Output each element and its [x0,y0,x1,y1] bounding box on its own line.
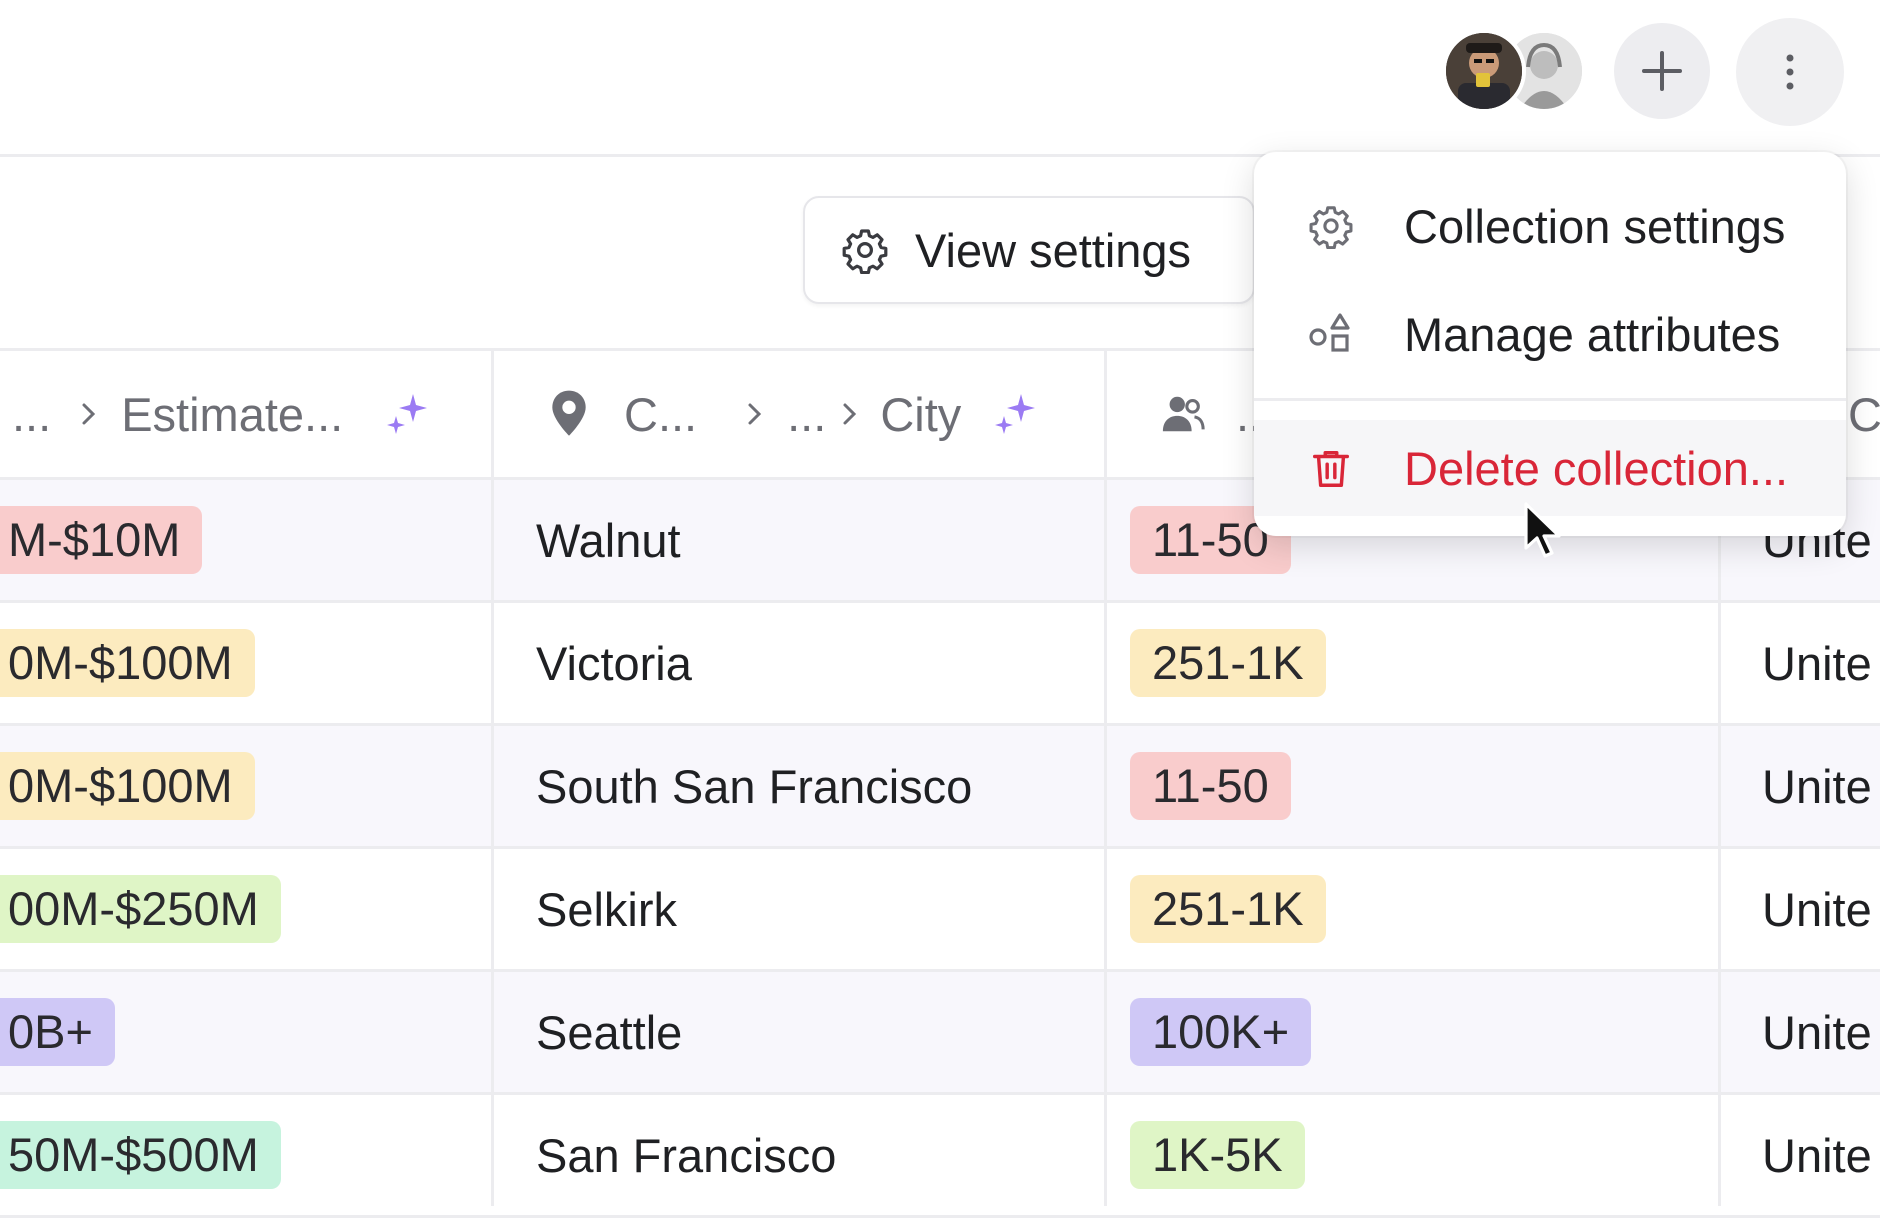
menu-item-label: Manage attributes [1404,307,1781,361]
column-header-city[interactable]: C... ... City [548,351,1039,477]
table-row[interactable]: 0M-$100M South San Francisco 11-50 Unite [0,726,1880,849]
menu-item-label: Collection settings [1404,199,1786,253]
gear-icon [1306,201,1356,251]
menu-divider [1254,398,1846,401]
column-header-label: Estimate... [121,387,344,441]
ai-sparkle-icon [387,394,428,434]
table-row[interactable]: 50M-$500M San Francisco 1K-5K Unite [0,1095,1880,1218]
country-cell: Unite [1762,636,1872,690]
table-row[interactable]: 00M-$250M Selkirk 251-1K Unite [0,849,1880,972]
add-button[interactable] [1614,23,1710,119]
revenue-cell: 50M-$500M [0,1095,281,1215]
column-divider[interactable] [491,348,494,1206]
column-header-label: City [880,387,962,441]
breadcrumb-ellipsis: ... [787,387,827,441]
city-cell: Seattle [536,1005,683,1059]
revenue-tag: 00M-$250M [0,875,281,943]
city-cell: Selkirk [536,882,678,936]
avatar[interactable] [1442,29,1526,113]
revenue-cell: 0B+ [0,972,115,1092]
shapes-icon [1306,309,1356,359]
gear-icon [842,229,888,274]
breadcrumb-ellipsis: ... [12,387,52,441]
location-pin-icon [552,390,586,436]
column-header-employee-range[interactable]: .. [1160,351,1262,477]
employee-range-tag: 251-1K [1130,629,1326,697]
vertical-dots-icon [1786,54,1794,90]
employee-cell: 251-1K [1130,849,1326,969]
trash-icon [1306,443,1356,493]
menu-item-label: Delete collection... [1404,441,1789,495]
revenue-tag: 0M-$100M [0,629,255,697]
more-options-button[interactable] [1736,18,1844,126]
country-cell: Unite [1762,1128,1872,1182]
revenue-cell: 0M-$100M [0,603,255,723]
country-cell: Unite [1762,1005,1872,1059]
column-header-country[interactable]: C [1848,351,1880,477]
people-icon [1162,396,1205,432]
column-header-label: C [1848,387,1880,441]
employee-range-tag: 11-50 [1130,752,1291,820]
column-header-path-label: C... [624,387,698,441]
chevron-right-icon [843,403,857,425]
revenue-cell: M-$10M [0,480,203,600]
employee-cell: 100K+ [1130,972,1312,1092]
employee-cell: 11-50 [1130,726,1291,846]
revenue-tag: M-$10M [0,506,203,574]
column-divider[interactable] [1104,348,1107,1206]
revenue-cell: 00M-$250M [0,849,281,969]
menu-item-collection-settings[interactable]: Collection settings [1254,178,1846,274]
mouse-cursor-icon [1524,502,1561,558]
employee-range-tag: 100K+ [1130,998,1312,1066]
view-settings-label: View settings [915,223,1192,277]
city-cell: San Francisco [536,1128,837,1182]
column-header-estimated-revenue[interactable]: ... Estimate... [12,351,431,477]
revenue-tag: 50M-$500M [0,1121,281,1189]
city-cell: Victoria [536,636,692,690]
menu-item-manage-attributes[interactable]: Manage attributes [1254,286,1846,382]
chevron-right-icon [82,403,96,425]
view-settings-button[interactable]: View settings [803,196,1255,304]
country-cell: Unite [1762,882,1872,936]
collection-options-menu: Collection settings Manage attributes De… [1254,152,1846,536]
employee-range-tag: 1K-5K [1130,1121,1305,1189]
chevron-right-icon [748,403,762,425]
table-row[interactable]: 0M-$100M Victoria 251-1K Unite [0,603,1880,726]
plus-icon [1642,51,1682,91]
employee-cell: 1K-5K [1130,1095,1305,1215]
top-bar [0,0,1880,157]
revenue-tag: 0B+ [0,998,115,1066]
ai-sparkle-icon [995,394,1036,434]
country-cell: Unite [1762,759,1872,813]
employee-range-tag: 251-1K [1130,875,1326,943]
table-row[interactable]: 0B+ Seattle 100K+ Unite [0,972,1880,1095]
revenue-cell: 0M-$100M [0,726,255,846]
employee-cell: 251-1K [1130,603,1326,723]
revenue-tag: 0M-$100M [0,752,255,820]
city-cell: Walnut [536,513,681,567]
city-cell: South San Francisco [536,759,973,813]
